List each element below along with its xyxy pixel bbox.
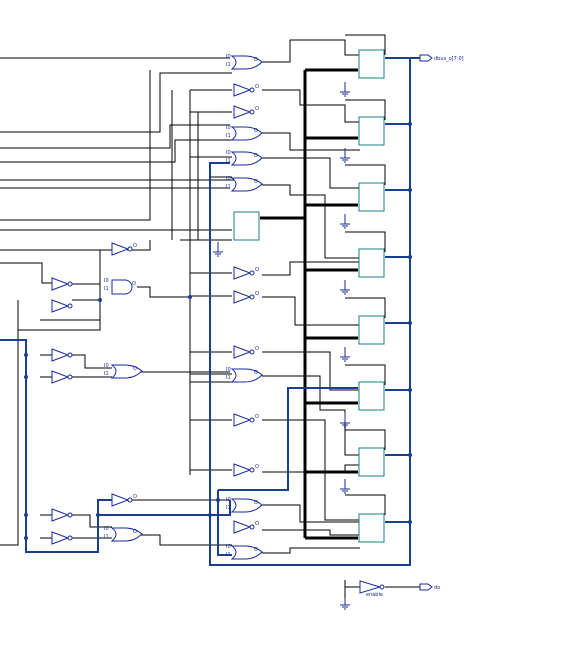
output-port-dbus-label: dbus_o[7:0] bbox=[434, 56, 464, 62]
flipflop bbox=[358, 513, 385, 543]
gate-input-labels: I0 I1 I0 I1 I0 I1 I0 I1 I0 I1 I0 I1 I0 I… bbox=[104, 54, 231, 558]
svg-text:O: O bbox=[132, 281, 136, 287]
svg-text:O: O bbox=[254, 370, 258, 376]
or-gate bbox=[110, 527, 143, 542]
schematic-canvas: dbus_o[7:0] do enable O O O O O O O O O … bbox=[0, 0, 572, 665]
svg-text:O: O bbox=[133, 366, 137, 372]
svg-text:O: O bbox=[254, 153, 258, 159]
svg-text:I1: I1 bbox=[104, 371, 109, 377]
flipflop bbox=[358, 315, 385, 345]
control-nets bbox=[0, 57, 420, 566]
svg-text:I1: I1 bbox=[226, 505, 231, 511]
svg-text:I0: I0 bbox=[226, 367, 231, 373]
svg-text:O: O bbox=[254, 57, 258, 63]
svg-text:I0: I0 bbox=[226, 150, 231, 156]
svg-text:O: O bbox=[254, 500, 258, 506]
svg-text:O: O bbox=[255, 106, 259, 112]
svg-text:I1: I1 bbox=[226, 552, 231, 558]
enable-buffer-label: enable bbox=[366, 592, 383, 598]
net-junctions bbox=[24, 122, 412, 540]
output-ports: dbus_o[7:0] do bbox=[419, 54, 464, 591]
svg-text:I1: I1 bbox=[104, 534, 109, 540]
flipflop bbox=[358, 248, 385, 278]
svg-text:O: O bbox=[255, 521, 259, 527]
flipflop bbox=[358, 381, 385, 411]
output-port-dbus bbox=[419, 54, 433, 62]
svg-text:I1: I1 bbox=[226, 62, 231, 68]
svg-text:I0: I0 bbox=[104, 526, 109, 532]
svg-text:O: O bbox=[133, 243, 137, 249]
svg-text:I0: I0 bbox=[104, 278, 109, 284]
svg-text:O: O bbox=[255, 291, 259, 297]
and-gate bbox=[111, 279, 133, 295]
svg-text:O: O bbox=[255, 464, 259, 470]
svg-text:O: O bbox=[254, 547, 258, 553]
svg-text:O: O bbox=[133, 529, 137, 535]
output-port-do-label: do bbox=[434, 585, 440, 591]
svg-text:I1: I1 bbox=[226, 375, 231, 381]
svg-text:I0: I0 bbox=[226, 544, 231, 550]
svg-text:O: O bbox=[133, 494, 137, 500]
svg-text:I1: I1 bbox=[104, 286, 109, 292]
svg-text:O: O bbox=[254, 179, 258, 185]
data-bus bbox=[260, 68, 358, 540]
svg-text:I0: I0 bbox=[226, 125, 231, 131]
svg-text:I0: I0 bbox=[226, 176, 231, 182]
svg-text:I0: I0 bbox=[226, 497, 231, 503]
svg-text:I0: I0 bbox=[226, 54, 231, 60]
output-port-do bbox=[419, 583, 433, 591]
svg-text:O: O bbox=[255, 267, 259, 273]
flipflop bbox=[358, 447, 385, 477]
svg-text:I1: I1 bbox=[226, 133, 231, 139]
svg-text:O: O bbox=[254, 128, 258, 134]
flipflop bbox=[358, 182, 385, 212]
flipflop bbox=[358, 116, 385, 146]
schematic-diagram: dbus_o[7:0] do enable O O O O O O O O O … bbox=[0, 34, 464, 610]
svg-text:O: O bbox=[255, 346, 259, 352]
svg-text:I0: I0 bbox=[104, 363, 109, 369]
flipflop bbox=[233, 211, 260, 241]
svg-text:O: O bbox=[255, 84, 259, 90]
flipflop bbox=[358, 49, 385, 79]
inverter-gates bbox=[51, 83, 255, 545]
svg-text:I1: I1 bbox=[226, 184, 231, 190]
svg-text:I1: I1 bbox=[226, 158, 231, 164]
or-gate bbox=[110, 364, 143, 379]
svg-text:O: O bbox=[255, 414, 259, 420]
